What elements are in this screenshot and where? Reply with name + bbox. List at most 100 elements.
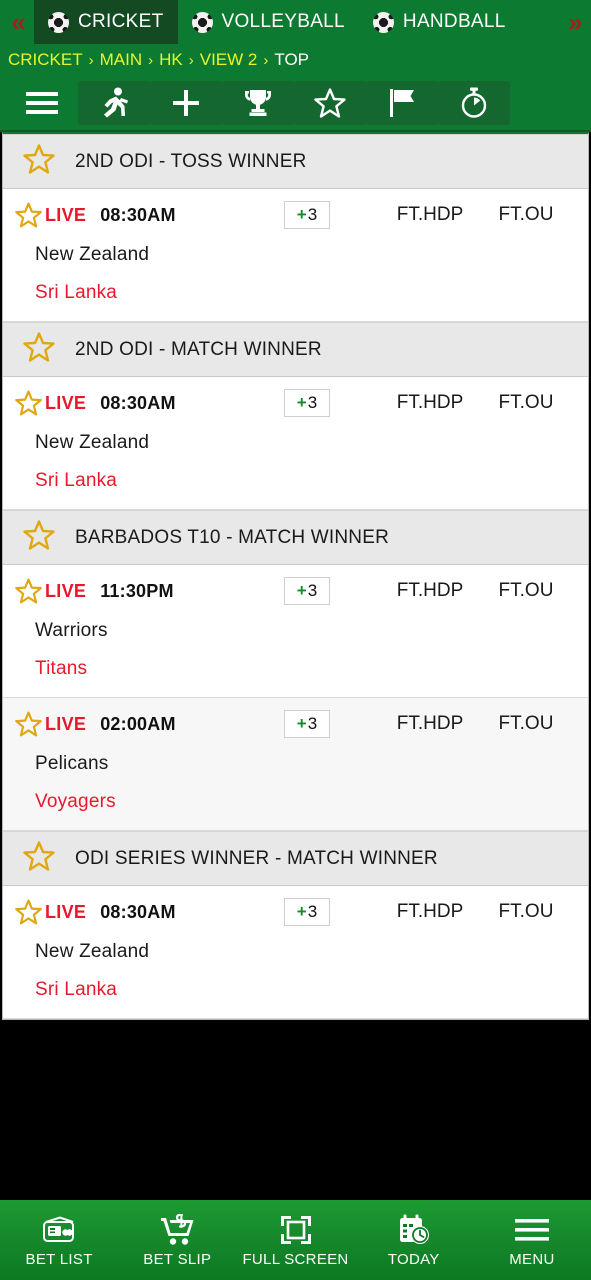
match-row-header: LIVE 11:30PM +3 FT.HDP FT.OU xyxy=(3,571,588,611)
empty-area xyxy=(0,1020,591,1200)
match-row[interactable]: LIVE 08:30AM +3 FT.HDP FT.OU New Zealand Sri L… xyxy=(3,886,588,1019)
more-markets-plus: + xyxy=(296,393,307,412)
favourite-star-icon[interactable] xyxy=(23,520,55,555)
away-team-name[interactable]: Sri Lanka xyxy=(3,461,588,499)
more-markets-count: 3 xyxy=(307,581,318,600)
favourite-star-icon[interactable] xyxy=(11,711,45,737)
plus-icon[interactable] xyxy=(150,81,222,125)
favourite-star-icon[interactable] xyxy=(23,144,55,179)
breadcrumb-item-hk[interactable]: HK xyxy=(153,50,189,70)
favourite-star-icon[interactable] xyxy=(11,202,45,228)
match-row-header: LIVE 08:30AM +3 FT.HDP FT.OU xyxy=(3,383,588,423)
more-markets-plus: + xyxy=(296,205,307,224)
more-markets-count: 3 xyxy=(307,205,318,224)
home-team-name[interactable]: New Zealand xyxy=(3,423,588,461)
home-team-name[interactable]: Pelicans xyxy=(3,744,588,782)
column-header-hdp[interactable]: FT.HDP xyxy=(382,204,478,226)
nav-item-label: MENU xyxy=(509,1250,555,1268)
section-title: ODI SERIES WINNER - MATCH WINNER xyxy=(75,847,438,869)
section-title: BARBADOS T10 - MATCH WINNER xyxy=(75,526,390,548)
nav-item-label: FULL SCREEN xyxy=(242,1250,349,1268)
live-badge: LIVE xyxy=(45,580,87,601)
match-time: 02:00AM xyxy=(100,713,176,734)
nav-item-bet-list[interactable]: BET LIST xyxy=(0,1200,118,1280)
soccer-ball-icon xyxy=(372,11,394,33)
breadcrumb: CRICKET › MAIN › HK › VIEW 2 › TOP xyxy=(0,44,591,76)
favourite-star-icon[interactable] xyxy=(11,578,45,604)
away-team-name[interactable]: Sri Lanka xyxy=(3,970,588,1008)
home-team-name[interactable]: New Zealand xyxy=(3,932,588,970)
more-markets-badge[interactable]: +3 xyxy=(284,389,330,417)
nav-item-menu[interactable]: MENU xyxy=(473,1200,591,1280)
star-icon[interactable] xyxy=(294,81,366,125)
more-markets-count: 3 xyxy=(307,902,318,921)
sport-tab-cricket[interactable]: CRICKET xyxy=(34,0,178,44)
more-markets-badge[interactable]: +3 xyxy=(284,577,330,605)
wallet-cards-icon xyxy=(40,1213,78,1247)
match-row[interactable]: LIVE 11:30PM +3 FT.HDP FT.OU Warriors Titans xyxy=(3,565,588,698)
breadcrumb-item-view-2[interactable]: VIEW 2 xyxy=(194,50,264,70)
away-team-name[interactable]: Titans xyxy=(3,649,588,687)
favourite-star-icon[interactable] xyxy=(23,332,55,367)
home-team-name[interactable]: Warriors xyxy=(3,611,588,649)
match-row[interactable]: LIVE 08:30AM +3 FT.HDP FT.OU New Zealand Sri L… xyxy=(3,377,588,510)
home-team-name[interactable]: New Zealand xyxy=(3,235,588,273)
section-header[interactable]: 2ND ODI - MATCH WINNER xyxy=(3,322,588,377)
sport-tabs: CRICKET VOLLEYBALL HANDBALL xyxy=(34,0,557,44)
flag-icon[interactable] xyxy=(366,81,438,125)
column-header-ou[interactable]: FT.OU xyxy=(478,204,574,226)
match-row-header: LIVE 08:30AM +3 FT.HDP FT.OU xyxy=(3,195,588,235)
column-header-ou[interactable]: FT.OU xyxy=(478,392,574,414)
nav-item-label: TODAY xyxy=(387,1250,440,1268)
sport-tab-handball[interactable]: HANDBALL xyxy=(358,0,520,44)
section-header[interactable]: 2ND ODI - TOSS WINNER xyxy=(3,134,588,189)
bottom-nav-bar: BET LIST BET SLIP FULL SCREEN TODAY MENU xyxy=(0,1200,591,1280)
stopwatch-icon[interactable] xyxy=(438,81,510,125)
live-badge: LIVE xyxy=(45,713,87,734)
favourite-star-icon[interactable] xyxy=(11,390,45,416)
column-header-hdp[interactable]: FT.HDP xyxy=(382,392,478,414)
more-markets-badge[interactable]: +3 xyxy=(284,710,330,738)
away-team-name[interactable]: Voyagers xyxy=(3,782,588,820)
content-area: 2ND ODI - TOSS WINNER LIVE 08:30AM +3 FT.HDP… xyxy=(0,132,591,1020)
nav-item-bet-slip[interactable]: BET SLIP xyxy=(118,1200,236,1280)
hamburger-menu-icon xyxy=(514,1213,550,1247)
away-team-name[interactable]: Sri Lanka xyxy=(3,273,588,311)
live-badge: LIVE xyxy=(45,204,87,225)
more-markets-badge[interactable]: +3 xyxy=(284,201,330,229)
breadcrumb-item-cricket[interactable]: CRICKET xyxy=(2,50,89,70)
trophy-icon[interactable] xyxy=(222,81,294,125)
more-markets-count: 3 xyxy=(307,714,318,733)
favourite-star-icon[interactable] xyxy=(23,841,55,876)
column-header-ou[interactable]: FT.OU xyxy=(478,580,574,602)
chevron-right-double-icon[interactable]: » xyxy=(557,0,591,44)
match-row[interactable]: LIVE 02:00AM +3 FT.HDP FT.OU Pelicans Voyagers xyxy=(3,698,588,831)
nav-item-today[interactable]: TODAY xyxy=(355,1200,473,1280)
sport-tab-bar: « CRICKET VOLLEYBALL HANDBALL » xyxy=(0,0,591,44)
section-header[interactable]: BARBADOS T10 - MATCH WINNER xyxy=(3,510,588,565)
menu-icon[interactable] xyxy=(6,81,78,125)
column-header-hdp[interactable]: FT.HDP xyxy=(382,580,478,602)
icon-toolbar xyxy=(0,76,591,132)
sport-tab-label: VOLLEYBALL xyxy=(221,11,345,32)
column-header-hdp[interactable]: FT.HDP xyxy=(382,713,478,735)
nav-item-full-screen[interactable]: FULL SCREEN xyxy=(236,1200,354,1280)
match-time: 08:30AM xyxy=(100,392,176,413)
live-badge: LIVE xyxy=(45,901,87,922)
section-header[interactable]: ODI SERIES WINNER - MATCH WINNER xyxy=(3,831,588,886)
column-header-ou[interactable]: FT.OU xyxy=(478,713,574,735)
sport-tab-volleyball[interactable]: VOLLEYBALL xyxy=(177,0,359,44)
running-person-icon[interactable] xyxy=(78,81,150,125)
column-header-ou[interactable]: FT.OU xyxy=(478,901,574,923)
match-row-header: LIVE 02:00AM +3 FT.HDP FT.OU xyxy=(3,704,588,744)
sport-tab-label: CRICKET xyxy=(78,11,164,32)
favourite-star-icon[interactable] xyxy=(11,899,45,925)
breadcrumb-item-main[interactable]: MAIN xyxy=(94,50,149,70)
fullscreen-expand-icon xyxy=(279,1213,313,1247)
match-row[interactable]: LIVE 08:30AM +3 FT.HDP FT.OU New Zealand Sri L… xyxy=(3,189,588,322)
chevron-left-double-icon[interactable]: « xyxy=(0,0,34,44)
nav-item-label: BET SLIP xyxy=(143,1250,212,1268)
column-header-hdp[interactable]: FT.HDP xyxy=(382,901,478,923)
more-markets-badge[interactable]: +3 xyxy=(284,898,330,926)
sport-tab-label: HANDBALL xyxy=(402,11,506,32)
